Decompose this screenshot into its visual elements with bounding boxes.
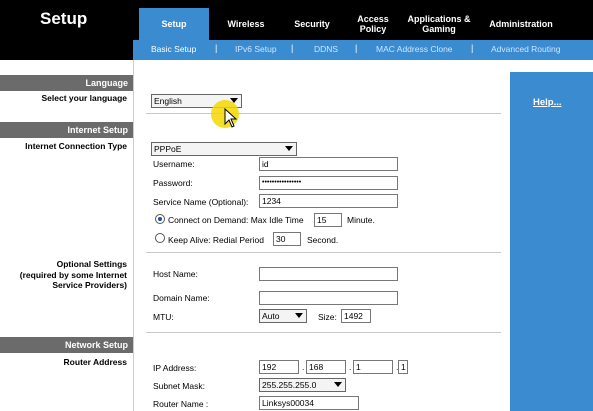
tab-label: Wireless (227, 18, 265, 29)
service-name-field[interactable]: 1234 (259, 194, 398, 208)
username-label: Username: (153, 159, 195, 169)
optional-settings-label: Optional Settings (required by some Inte… (19, 259, 127, 291)
help-panel: Help... (510, 72, 593, 411)
host-name-label: Host Name: (153, 269, 198, 279)
subtab-mac-address-clone[interactable]: MAC Address Clone (376, 44, 453, 54)
select-language-label: Select your language (41, 93, 128, 103)
connection-type-select[interactable]: PPPoE (151, 142, 297, 156)
size-label: Size: (318, 312, 337, 322)
keep-alive-label: Keep Alive: Redial Period (168, 235, 264, 245)
connection-type-value: PPPoE (154, 144, 182, 154)
second-label: Second. (307, 235, 339, 245)
subnet-mask-select[interactable]: 255.255.255.0 (259, 378, 346, 392)
ip-dot: . (302, 362, 305, 372)
username-field[interactable]: id (259, 157, 398, 171)
page-title: Setup (40, 9, 88, 28)
chevron-down-icon (334, 382, 342, 387)
section-internet-setup: Internet Setup (0, 122, 133, 138)
max-idle-time-field[interactable]: 15 (314, 213, 342, 227)
help-top-strip (510, 60, 593, 72)
chevron-down-icon (295, 313, 303, 318)
tab-label: Access Policy (357, 13, 389, 34)
subtab-separator: | (471, 43, 474, 53)
subtab-advanced-routing[interactable]: Advanced Routing (491, 44, 560, 54)
mouse-pointer-icon (224, 108, 238, 128)
router-name-label: Router Name : (153, 399, 209, 409)
subtab-ipv6-setup[interactable]: IPv6 Setup (235, 44, 277, 54)
keep-alive-radio[interactable] (155, 233, 165, 243)
tab-label: Administration (489, 18, 553, 29)
router-name-field[interactable]: Linksys00034 (259, 396, 359, 410)
chevron-down-icon (285, 146, 293, 151)
tab-label: Setup (161, 18, 187, 29)
password-field[interactable]: •••••••••••••••• (259, 176, 398, 190)
ip-octet-4[interactable]: 1 (398, 360, 408, 374)
tab-label: Applications & Gaming (407, 13, 471, 34)
tab-setup[interactable]: Setup (139, 8, 209, 40)
ip-octet-1[interactable]: 192 (259, 360, 299, 374)
password-label: Password: (153, 178, 193, 188)
tab-access-policy[interactable]: Access Policy (345, 8, 401, 40)
divider (146, 332, 501, 333)
domain-name-field[interactable] (259, 291, 398, 305)
connect-on-demand-radio[interactable] (155, 214, 165, 224)
subtab-separator: | (291, 43, 294, 53)
connect-on-demand-label: Connect on Demand: Max Idle Time (168, 215, 304, 225)
domain-name-label: Domain Name: (153, 293, 210, 303)
subtab-ddns[interactable]: DDNS (314, 44, 338, 54)
redial-period-field[interactable]: 30 (273, 232, 301, 246)
mtu-size-field[interactable]: 1492 (341, 309, 371, 323)
connection-type-label: Internet Connection Type (25, 141, 127, 151)
subnet-mask-value: 255.255.255.0 (262, 380, 317, 390)
sub-tab-bar: Basic Setup | IPv6 Setup | DDNS | MAC Ad… (133, 40, 593, 60)
service-name-label: Service Name (Optional): (153, 197, 249, 207)
mtu-value: Auto (262, 311, 280, 321)
left-label-column: Language Select your language Internet S… (0, 60, 133, 411)
mtu-label: MTU: (153, 312, 174, 322)
main-tab-bar: Setup Wireless Security Access Policy Ap… (133, 0, 593, 40)
host-name-field[interactable] (259, 267, 398, 281)
brand-area: Setup (0, 0, 133, 60)
subnet-mask-label: Subnet Mask: (153, 381, 205, 391)
ip-dot: . (349, 362, 352, 372)
section-language: Language (0, 75, 133, 91)
minute-label: Minute. (347, 215, 375, 225)
subtab-separator: | (215, 43, 218, 53)
subtab-separator: | (355, 43, 358, 53)
divider (146, 252, 501, 253)
tab-applications-gaming[interactable]: Applications & Gaming (401, 8, 477, 40)
section-network-setup: Network Setup (0, 337, 133, 353)
ip-octet-3[interactable]: 1 (353, 360, 393, 374)
router-address-label: Router Address (63, 357, 127, 367)
tab-wireless[interactable]: Wireless (215, 8, 277, 40)
subtab-basic-setup[interactable]: Basic Setup (151, 44, 196, 54)
help-link[interactable]: Help... (533, 97, 562, 108)
ip-octet-2[interactable]: 168 (306, 360, 346, 374)
mtu-select[interactable]: Auto (259, 309, 307, 323)
tab-administration[interactable]: Administration (483, 8, 559, 40)
divider (146, 113, 501, 114)
tab-label: Security (294, 18, 330, 29)
ip-address-label: IP Address: (153, 363, 197, 373)
tab-security[interactable]: Security (281, 8, 343, 40)
language-value: English (154, 96, 182, 106)
